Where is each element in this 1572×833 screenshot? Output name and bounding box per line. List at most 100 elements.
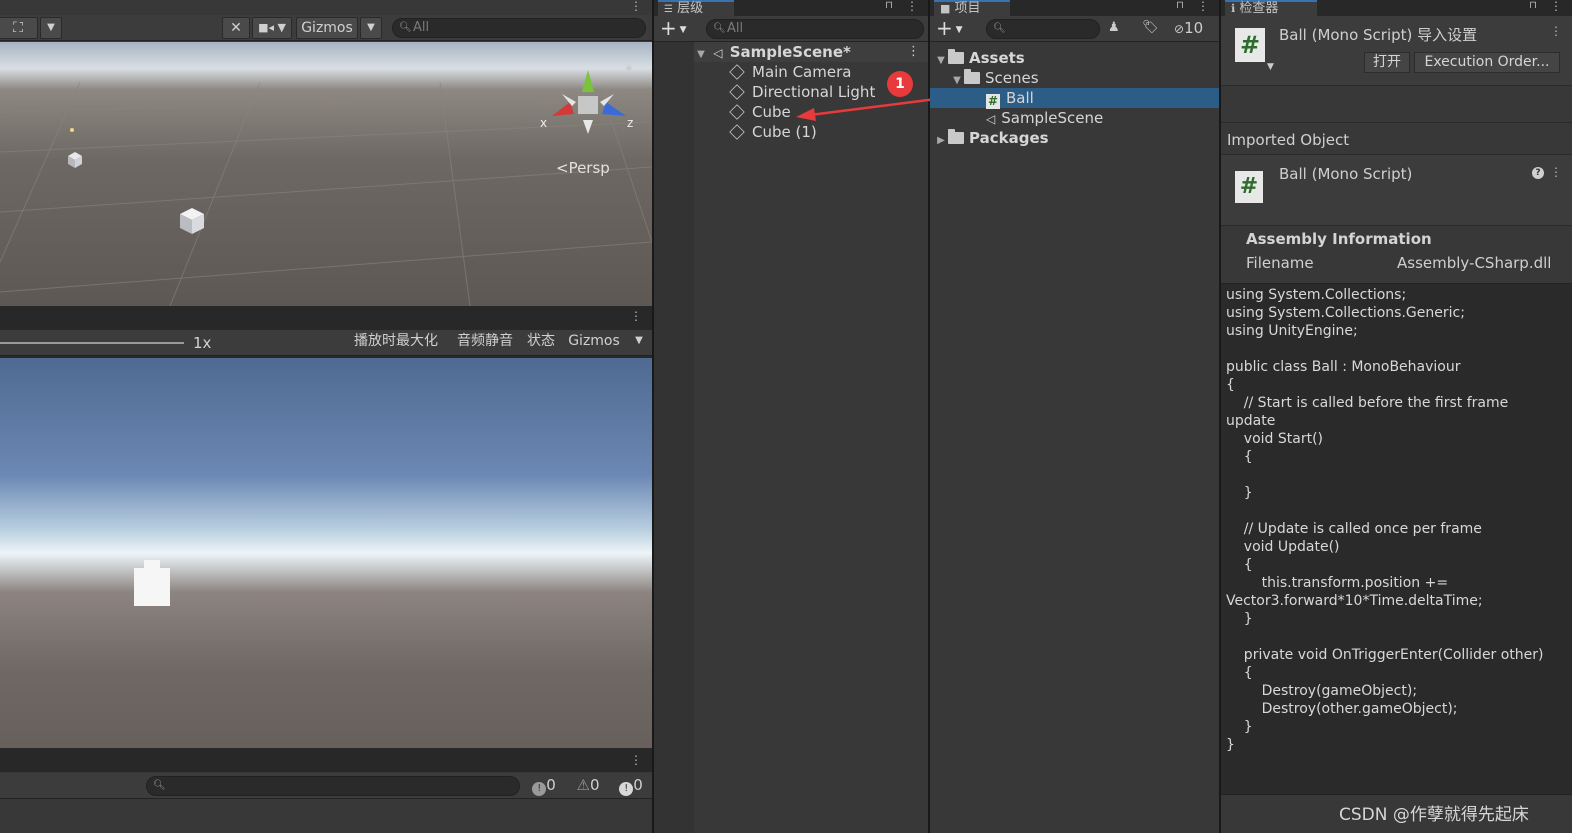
inspector-lock-icon[interactable]: ⊓ (1528, 0, 1538, 14)
code-line: } (1226, 737, 1235, 753)
project-item-label: Ball (1006, 89, 1034, 107)
orientation-gizmo[interactable]: x z (538, 64, 638, 144)
tools-button[interactable]: ✕ (222, 17, 250, 39)
gameobject-icon (729, 104, 745, 120)
camera-button[interactable]: ■◂ ▼ (252, 17, 292, 39)
inspector-header: # ▼ Ball (Mono Script) 导入设置 ⋮ 打开 Executi… (1221, 16, 1572, 86)
project-item-assets[interactable]: ▼ Assets (934, 48, 1025, 68)
hidden-count: 10 (1184, 19, 1204, 37)
camera-icon: ■◂ ▼ (258, 21, 286, 34)
error-icon: ! (619, 782, 634, 796)
scene-row[interactable]: ▼ ◁ SampleScene* ⋮ (694, 42, 928, 62)
small-cube-gizmo (68, 152, 82, 168)
info-icon: ! (532, 782, 547, 796)
tab-project[interactable]: ■ 项目 (934, 0, 1010, 16)
header-spacer (1221, 87, 1572, 123)
error-toggle[interactable]: ! 0 (612, 775, 650, 797)
script-icon: # (1235, 28, 1265, 62)
project-menu-icon[interactable]: ⋮ (1197, 0, 1209, 14)
hierarchy-menu-icon[interactable]: ⋮ (906, 0, 918, 14)
game-viewport[interactable] (0, 358, 652, 748)
console-toolbar: 🔍︎ ! 0 ⚠0 ! 0 (0, 773, 652, 799)
code-line: void Start() (1226, 431, 1324, 447)
inspector-tab-label: 检查器 (1239, 1, 1279, 16)
scale-slider[interactable] (0, 342, 184, 344)
folder-icon (948, 129, 964, 144)
maximize-on-play-button[interactable]: 播放时最大化 (346, 331, 446, 353)
inspector-menu-icon[interactable]: ⋮ (1550, 0, 1562, 14)
code-line: { (1226, 377, 1235, 393)
gameobject-icon (729, 64, 745, 80)
execution-order-button[interactable]: Execution Order... (1414, 52, 1560, 73)
project-item-scenes[interactable]: ▼ Scenes (950, 68, 1039, 88)
scene-menu-icon[interactable]: ⋮ (630, 0, 642, 14)
create-button[interactable]: + ▼ (660, 18, 696, 40)
project-item-label: SampleScene (1001, 109, 1104, 127)
code-line: this.transform.position += (1226, 575, 1449, 591)
axis-x-label: x (540, 116, 548, 130)
lock-icon[interactable]: 🔒︎ (626, 60, 632, 74)
scene-view-panel: ⛶ ▼ ✕ ■◂ ▼ Gizmos ▼ 🔍︎ All ⋮ x z 🔒︎ <Per… (0, 0, 652, 306)
scene-viewport[interactable]: x z 🔒︎ <Persp (0, 42, 652, 306)
persp-label[interactable]: <Persp (556, 159, 610, 177)
stats-button[interactable]: 状态 (522, 331, 560, 353)
project-item-packages[interactable]: ▶ Packages (934, 128, 1049, 148)
console-menu-icon[interactable]: ⋮ (630, 754, 642, 768)
search-by-label-icon[interactable]: 🏷︎ (1142, 20, 1159, 35)
object-menu-icon[interactable]: ⋮ (1550, 165, 1562, 179)
project-item-samplescene[interactable]: ◁ SampleScene (986, 108, 1103, 128)
mute-audio-button[interactable]: 音频静音 (450, 331, 520, 353)
hierarchy-item-label: Main Camera (752, 63, 852, 81)
tab-hierarchy[interactable]: ☰ 层级 (658, 0, 734, 16)
header-dropdown-icon[interactable]: ▼ (1267, 62, 1274, 72)
hierarchy-item-main-camera[interactable]: Main Camera (729, 62, 852, 82)
project-item-label: Scenes (985, 69, 1039, 87)
search-icon: 🔍︎ (399, 22, 412, 33)
scene-search-input[interactable]: 🔍︎ All (392, 18, 646, 38)
game-gizmos-dropdown[interactable]: ▼ (628, 331, 650, 353)
folder-open-icon (964, 69, 980, 84)
hierarchy-lock-icon[interactable]: ⊓ (884, 0, 894, 14)
game-gizmos-button[interactable]: Gizmos (562, 331, 626, 353)
scene-menu-icon[interactable]: ⋮ (907, 42, 920, 62)
folder-open-icon (948, 49, 964, 64)
filename-value: Assembly-CSharp.dll (1397, 254, 1552, 272)
hierarchy-search-input[interactable]: 🔍︎ All (706, 19, 924, 39)
project-lock-icon[interactable]: ⊓ (1175, 0, 1185, 14)
cube-object-top (144, 560, 160, 570)
annotation-arrow (796, 96, 945, 121)
game-menu-icon[interactable]: ⋮ (630, 310, 642, 324)
search-by-type-icon[interactable]: ♟ (1108, 20, 1120, 35)
object-script-icon: # (1235, 171, 1263, 203)
project-create-button[interactable]: + ▼ (936, 18, 972, 40)
code-line: using UnityEngine; (1226, 323, 1358, 339)
console-search-input[interactable]: 🔍︎ (146, 776, 520, 796)
inspector-tabbar: ℹ 检查器 ⊓ ⋮ (1221, 0, 1572, 16)
scene-search-placeholder: All (413, 20, 430, 35)
header-menu-icon[interactable]: ⋮ (1550, 24, 1562, 38)
gizmos-button[interactable]: Gizmos (296, 17, 358, 39)
chevron-down-icon: ▼ (676, 25, 687, 35)
code-line: } (1226, 611, 1253, 627)
project-search-input[interactable]: 🔍︎ (986, 19, 1100, 39)
code-line: { (1226, 665, 1253, 681)
scene-name: SampleScene* (729, 43, 851, 61)
hierarchy-item-cube[interactable]: Cube (729, 102, 791, 122)
csharp-script-icon: # (986, 94, 1000, 109)
tab-inspector[interactable]: ℹ 检查器 (1225, 0, 1317, 16)
error-count: 0 (633, 776, 643, 794)
hidden-packages-toggle[interactable]: ⊘10 (1174, 19, 1203, 37)
gizmos-dropdown-button[interactable]: ▼ (360, 17, 382, 39)
project-tabbar: ■ 项目 ⊓ ⋮ (930, 0, 1219, 16)
help-icon[interactable]: ? (1532, 167, 1544, 179)
grid-snap-button[interactable]: ⛶ (0, 17, 38, 39)
info-toggle[interactable]: ! 0 (524, 775, 564, 797)
open-button[interactable]: 打开 (1364, 52, 1410, 73)
code-line: // Update is called once per frame (1226, 521, 1482, 537)
imported-object-label: Imported Object (1227, 131, 1350, 149)
project-toolbar: + ▼ 🔍︎ ♟ 🏷︎ ⊘10 (930, 16, 1219, 42)
wrench-icon: ✕ (230, 20, 242, 36)
warning-toggle[interactable]: ⚠0 (568, 775, 608, 797)
grid-dropdown-button[interactable]: ▼ (40, 17, 62, 39)
project-item-ball[interactable]: # Ball (930, 88, 1219, 109)
